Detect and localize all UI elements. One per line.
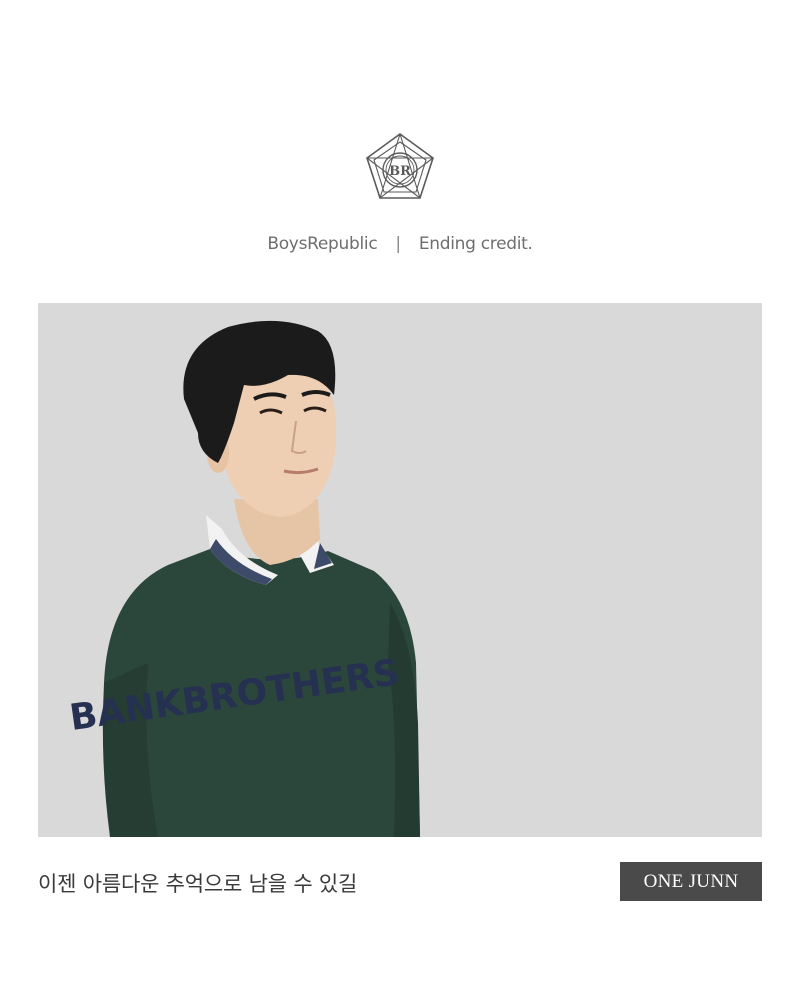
caption-text: 이젠 아름다운 추억으로 남을 수 있길	[38, 872, 358, 896]
boysrepublic-logo-icon: BR	[362, 130, 438, 206]
logo-monogram: BR	[389, 164, 411, 179]
brand-line: BoysRepublic | Ending credit.	[0, 234, 800, 254]
member-name-badge: ONE JUNN	[620, 862, 762, 901]
brand-name: BoysRepublic	[267, 234, 378, 254]
separator: |	[395, 234, 401, 254]
ending-credit-subtitle: Ending credit.	[418, 234, 533, 254]
member-photo: BANKBROTHERS	[38, 303, 762, 837]
